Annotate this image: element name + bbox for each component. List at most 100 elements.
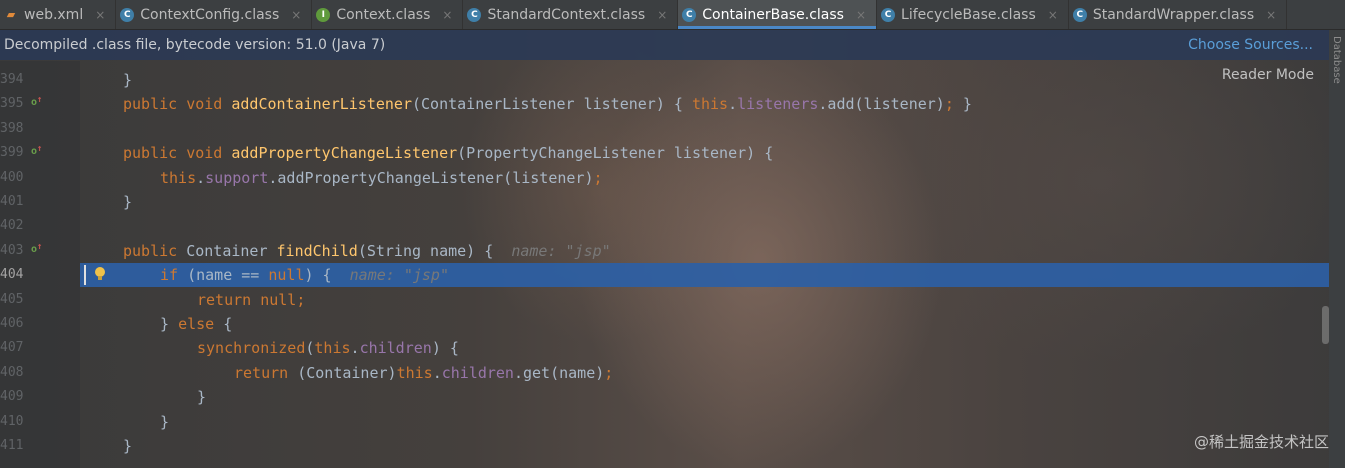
code-line[interactable] — [80, 214, 1329, 238]
code-token: ) { — [431, 339, 459, 358]
code-token: this — [160, 168, 197, 187]
line-number: 403 — [0, 242, 24, 258]
lightbulb-icon[interactable] — [94, 267, 106, 281]
code-line[interactable]: this.support.addPropertyChangeListener(l… — [80, 166, 1329, 190]
code-token: { — [223, 315, 233, 333]
class-file-icon: C — [682, 7, 697, 22]
code-line[interactable]: } — [80, 385, 1329, 409]
implements-method-icon[interactable]: o↑ — [31, 95, 42, 108]
line-number: 408 — [0, 364, 24, 380]
code-token: } — [962, 95, 972, 114]
code-token: this — [314, 339, 351, 358]
right-tool-strip: Database — [1329, 30, 1345, 468]
code-token: . — [196, 168, 206, 187]
code-line[interactable]: if (name == null) { name: "jsp" — [80, 263, 1329, 288]
code-text: } — [197, 385, 206, 409]
line-number: 406 — [0, 316, 24, 331]
tab-standardwrapper-class[interactable]: C StandardWrapper.class × — [1069, 0, 1288, 29]
code-text: } — [123, 190, 132, 214]
tab-context-class[interactable]: I Context.class × — [312, 0, 464, 29]
tab-label: web.xml — [24, 6, 84, 23]
code-text: return null; — [197, 288, 305, 312]
code-line[interactable]: public void addContainerListener(Contain… — [80, 92, 1329, 116]
database-tool-button[interactable]: Database — [1331, 36, 1342, 84]
code-token: void — [186, 95, 232, 114]
close-icon[interactable]: × — [95, 8, 105, 22]
code-token: this — [396, 363, 433, 382]
code-token: return — [197, 290, 261, 309]
tab-contextconfig-class[interactable]: C ContextConfig.class × — [116, 0, 313, 29]
inline-debug-value: name: "jsp" — [511, 241, 611, 260]
line-number: 400 — [0, 169, 24, 185]
line-number: 402 — [0, 218, 24, 234]
line-number: 409 — [0, 389, 24, 405]
code-token: (String name) { — [357, 241, 512, 260]
code-line[interactable]: } — [80, 410, 1329, 434]
tab-standardcontext-class[interactable]: C StandardContext.class × — [463, 0, 679, 29]
class-file-icon: C — [120, 7, 135, 22]
choose-sources-link[interactable]: Choose Sources... — [1188, 37, 1329, 53]
code-token: findChild — [276, 241, 358, 260]
tab-lifecyclebase-class[interactable]: C LifecycleBase.class × — [877, 0, 1069, 29]
code-token: this — [691, 95, 729, 114]
decompiled-banner-text: Decompiled .class file, bytecode version… — [4, 37, 386, 53]
close-icon[interactable]: × — [1048, 8, 1058, 22]
interface-file-icon: I — [316, 7, 331, 22]
code-line[interactable]: } else { — [80, 312, 1329, 336]
code-text: return (Container)this.children.get(name… — [234, 361, 613, 385]
code-token: public — [123, 144, 187, 163]
code-token: Container — [186, 241, 277, 260]
close-icon[interactable]: × — [657, 8, 667, 22]
code-token: public — [123, 241, 187, 260]
tab-label: ContextConfig.class — [140, 6, 280, 23]
code-token: } — [160, 412, 170, 431]
implements-method-icon[interactable]: o↑ — [31, 242, 42, 255]
code-token: } — [197, 388, 207, 407]
close-icon[interactable]: × — [291, 8, 301, 22]
code-text: } — [123, 434, 132, 458]
code-line[interactable]: public Container findChild(String name) … — [80, 239, 1329, 263]
line-number: 404 — [0, 267, 24, 283]
close-icon[interactable]: × — [856, 8, 866, 22]
code-line[interactable]: } — [80, 434, 1329, 458]
reader-mode-button[interactable]: Reader Mode — [1222, 67, 1314, 83]
tab-label: Context.class — [336, 6, 431, 23]
tab-containerbase-class[interactable]: C ContainerBase.class × — [678, 0, 878, 29]
code-token: else — [178, 315, 224, 333]
code-token: .get(name) — [513, 363, 605, 382]
tab-label: ContainerBase.class — [702, 6, 844, 23]
line-number: 399 — [0, 145, 24, 161]
editor-tab-bar: ▰ web.xml × C ContextConfig.class × I Context.c… — [0, 0, 1345, 30]
code-token: ; — [593, 168, 603, 187]
tab-label: LifecycleBase.class — [901, 6, 1036, 23]
code-line[interactable]: } — [80, 68, 1329, 92]
tab-web-xml[interactable]: ▰ web.xml × — [0, 0, 117, 29]
line-number-gutter: 394 395 o↑ 398 399 o↑ 400 401 402 403 o↑ 404 405 406 4… — [0, 61, 80, 468]
code-token: } — [123, 193, 133, 211]
close-icon[interactable]: × — [442, 8, 452, 22]
editor-scrollbar-thumb[interactable] — [1322, 306, 1329, 344]
implements-method-icon[interactable]: o↑ — [31, 144, 42, 157]
code-token: } — [123, 71, 133, 89]
code-token: . — [350, 339, 360, 358]
code-line[interactable]: synchronized(this.children) { — [80, 336, 1329, 360]
code-token: void — [186, 144, 232, 163]
code-token: (PropertyChangeListener listener) { — [457, 144, 774, 163]
code-token: synchronized — [197, 339, 306, 358]
close-icon[interactable]: × — [1266, 8, 1276, 22]
code-line[interactable]: return null; — [80, 288, 1329, 312]
code-line[interactable] — [80, 117, 1329, 141]
code-token: null — [260, 290, 297, 309]
code-token: public — [123, 95, 187, 114]
code-editor[interactable]: } public void addContainerListener(Contai… — [80, 61, 1329, 468]
code-token: ; — [296, 290, 306, 309]
code-token: addPropertyChangeListener — [231, 144, 458, 163]
code-line[interactable]: public void addPropertyChangeListener(Pr… — [80, 141, 1329, 165]
code-token: support — [205, 168, 269, 187]
code-line[interactable]: } — [80, 190, 1329, 214]
tab-label: StandardWrapper.class — [1092, 6, 1255, 23]
code-text: public void addPropertyChangeListener(Pr… — [123, 141, 773, 165]
code-token: if — [160, 266, 188, 285]
xml-file-icon: ▰ — [6, 8, 16, 21]
code-line[interactable]: return (Container)this.children.get(name… — [80, 361, 1329, 385]
